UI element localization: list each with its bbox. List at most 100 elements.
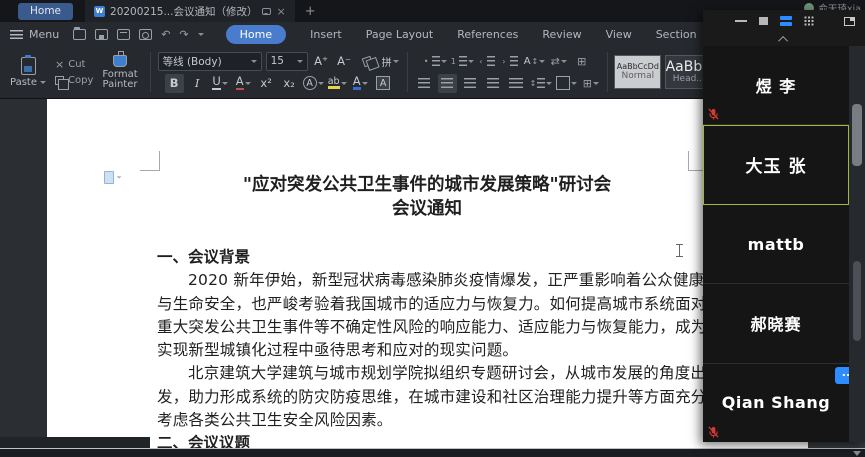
doc-section1-heading: 一、会议背景	[157, 246, 697, 269]
doc-section2-heading: 二、会议议题	[157, 432, 697, 448]
video-panel-header	[703, 10, 865, 46]
font-name-select[interactable]: 等线 (Body)	[158, 52, 262, 71]
grow-font-button[interactable]: A⁺	[312, 52, 331, 71]
tab-page-layout[interactable]: Page Layout	[366, 28, 434, 41]
statusbar-left-segment	[0, 437, 150, 448]
superscript-button[interactable]: x²	[257, 74, 276, 93]
participant-name: 郝晓赛	[750, 311, 801, 335]
participant-tile-active-speaker[interactable]: 大玉 张	[703, 125, 849, 204]
paste-dropdown-icon[interactable]	[40, 81, 46, 84]
copy-icon	[55, 76, 64, 85]
comment-bubble-icon[interactable]	[262, 8, 271, 15]
muted-mic-icon	[708, 108, 719, 120]
align-center-button[interactable]	[438, 74, 457, 93]
paste-icon	[21, 57, 36, 75]
doc-line: 北京建筑大学建筑与城市规划学院拟组织专题研讨会，从城市发展的角度出	[157, 362, 697, 385]
speaker-view-icon[interactable]	[759, 17, 768, 25]
font-size-select[interactable]: 15	[266, 52, 308, 71]
align-right-button[interactable]	[461, 74, 480, 93]
line-spacing-button[interactable]: ↕	[530, 74, 553, 93]
bold-button[interactable]: B	[165, 74, 184, 93]
copy-button[interactable]: Copy	[55, 75, 93, 86]
document-tab-title: 20200215...会议通知（修改）	[110, 4, 257, 19]
popout-panel-icon[interactable]	[844, 17, 855, 26]
doc-line: 发，助力形成系统的防灾防疫思维，在城市建设和社区治理能力提升等方面充分	[157, 386, 697, 409]
justify-button[interactable]	[484, 74, 503, 93]
doc-line: 重大突发公共卫生事件等不确定性风险的响应能力、适应能力与恢复能力，成为	[157, 316, 697, 339]
participant-tile[interactable]: mattb	[703, 205, 849, 284]
clear-format-button[interactable]	[358, 52, 377, 71]
insert-table-button[interactable]: ⊞	[572, 52, 591, 71]
collapse-panel-button[interactable]	[703, 32, 865, 46]
document-text[interactable]: "应对突发公共卫生事件的城市发展策略"研讨会 会议通知 一、会议背景 2020 …	[157, 173, 697, 448]
tab-view[interactable]: View	[606, 28, 632, 41]
doc-title-line1: "应对突发公共卫生事件的城市发展策略"研讨会	[157, 173, 697, 197]
participant-name: 煜 李	[756, 73, 797, 97]
participant-name: Qian Shang	[722, 393, 830, 412]
font-group: 等线 (Body) 15 A⁺ A⁻ 拼 B I U A x² x₂ A ab …	[153, 46, 405, 98]
panel-scrollbar-thumb[interactable]	[852, 104, 862, 166]
app-window: Home W 20200215...会议通知（修改） × + 俞天琦xia Me…	[0, 0, 865, 457]
paste-options-widget[interactable]	[104, 171, 122, 184]
highlight-button[interactable]: ab	[328, 74, 347, 93]
participant-tile[interactable]: Qian Shang ...	[703, 364, 849, 442]
italic-button[interactable]: I	[188, 74, 207, 93]
muted-mic-icon	[708, 426, 719, 438]
distribute-button[interactable]	[507, 74, 526, 93]
shrink-font-button[interactable]: A⁻	[335, 52, 354, 71]
hamburger-menu-icon[interactable]	[10, 30, 23, 39]
strikethrough-button[interactable]: A	[234, 74, 253, 93]
close-tab-icon[interactable]: ×	[276, 6, 285, 17]
numbered-list-button[interactable]: 1	[451, 52, 474, 71]
cut-button[interactable]: × Cut	[55, 58, 93, 71]
decrease-indent-button[interactable]: ‹	[478, 52, 497, 71]
gallery-view-icon[interactable]	[804, 16, 814, 26]
open-file-icon[interactable]	[73, 29, 86, 40]
undo-icon[interactable]: ↶	[161, 28, 170, 41]
redo-icon[interactable]: ↷	[179, 28, 188, 41]
subscript-button[interactable]: x₂	[280, 74, 299, 93]
participant-name: 大玉 张	[746, 152, 807, 177]
character-border-button[interactable]: A	[374, 74, 393, 93]
character-scale-button[interactable]: A↕	[524, 52, 546, 71]
borders-button[interactable]: ⊞	[581, 74, 600, 93]
tab-references[interactable]: References	[457, 28, 518, 41]
strip-view-icon[interactable]	[780, 16, 792, 26]
tab-insert[interactable]: Insert	[310, 28, 342, 41]
underline-button[interactable]: U	[211, 74, 230, 93]
quick-access-dropdown-icon[interactable]	[198, 33, 204, 36]
panel-scrollbar-track-mark	[853, 261, 861, 341]
format-painter-icon	[113, 55, 127, 67]
document-tab[interactable]: W 20200215...会议通知（修改） ×	[85, 0, 295, 22]
font-color-button[interactable]: A	[351, 74, 370, 93]
video-conference-panel[interactable]: 煜 李 大玉 张 mattb 郝晓赛 Qian Shang ...	[703, 10, 865, 442]
pinyin-guide-button[interactable]: 拼	[381, 52, 400, 71]
bullet-list-button[interactable]: •	[424, 52, 447, 71]
participant-tile[interactable]: 煜 李	[703, 46, 849, 125]
tab-home[interactable]: Home	[226, 25, 286, 44]
increase-indent-button[interactable]: ›	[501, 52, 520, 71]
new-tab-button[interactable]: +	[305, 4, 316, 19]
align-left-button[interactable]	[415, 74, 434, 93]
shading-button[interactable]	[556, 74, 577, 93]
panel-scrollbar[interactable]	[849, 46, 865, 442]
document-page[interactable]: "应对突发公共卫生事件的城市发展策略"研讨会 会议通知 一、会议背景 2020 …	[47, 99, 808, 448]
style-normal[interactable]: AaBbCcDd Normal	[614, 55, 661, 89]
scrollbar-down-icon[interactable]	[853, 451, 861, 456]
participant-tile[interactable]: 郝晓赛	[703, 284, 849, 363]
enclose-characters-button[interactable]: A	[303, 74, 324, 93]
paste-button[interactable]: Paste	[5, 57, 51, 88]
print-preview-icon[interactable]	[139, 29, 152, 40]
tab-section[interactable]: Section	[656, 28, 697, 41]
minimize-panel-icon[interactable]	[735, 20, 747, 23]
quick-access-toolbar: ↶ ↷	[73, 28, 203, 41]
tab-review[interactable]: Review	[542, 28, 581, 41]
character-spacing-button[interactable]: ⇄	[549, 52, 568, 71]
save-icon[interactable]	[95, 29, 108, 40]
participant-name: mattb	[748, 235, 805, 254]
print-icon[interactable]	[117, 29, 130, 40]
chevron-up-icon	[778, 35, 788, 45]
menu-button[interactable]: Menu	[29, 28, 59, 41]
format-painter-button[interactable]: Format Painter	[97, 55, 142, 90]
home-tab-button[interactable]: Home	[18, 3, 73, 20]
